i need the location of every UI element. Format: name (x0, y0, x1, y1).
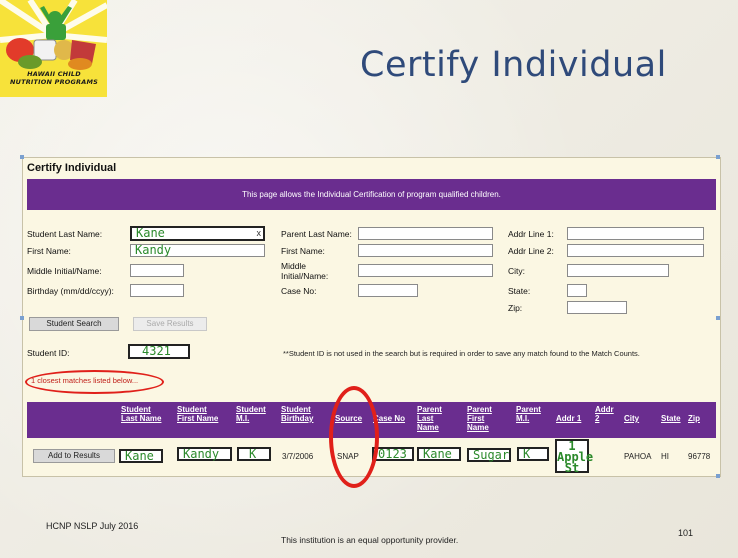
col-city[interactable]: City (624, 414, 639, 423)
student-last-name-label: Student Last Name: (27, 229, 103, 239)
matches-count-text: 1 closest matches listed below... (31, 376, 139, 385)
parent-first-name-label: First Name: (281, 246, 325, 256)
parent-first-name-input[interactable] (358, 244, 493, 257)
col-student-birthday[interactable]: Student Birthday (281, 405, 313, 423)
footer-program-date: HCNP NSLP July 2016 (46, 521, 139, 531)
resize-handle-mid-right (716, 316, 720, 320)
certify-individual-panel: Certify Individual This page allows the … (22, 157, 721, 488)
student-id-input[interactable]: 4321 (128, 344, 190, 359)
page-number: 101 (678, 528, 694, 538)
logo-text-line-2: NUTRITION PROGRAMS (9, 78, 99, 86)
info-banner: This page allows the Individual Certific… (27, 179, 716, 210)
row-zip: 96778 (688, 452, 711, 461)
parent-middle-label-line-1: Middle (281, 261, 307, 271)
zip-label: Zip: (508, 303, 523, 313)
col-parent-last-name[interactable]: Parent Last Name (417, 405, 442, 432)
case-no-label: Case No: (281, 286, 317, 296)
parent-last-name-input[interactable] (358, 227, 493, 240)
resize-handle-mid-left (20, 316, 24, 320)
student-middle-input[interactable] (130, 264, 184, 277)
col-addr-1[interactable]: Addr 1 (556, 414, 581, 423)
source-highlight-ellipse (329, 386, 379, 488)
parent-middle-label-line-2: Initial/Name: (281, 271, 329, 281)
resize-handle-bottom-right (716, 474, 720, 478)
student-middle-label: Middle Initial/Name: (27, 266, 102, 276)
addr-line-1-input[interactable] (567, 227, 704, 240)
resize-handle-top-right (716, 155, 720, 159)
parent-middle-input[interactable] (358, 264, 493, 277)
panel-title: Certify Individual (27, 162, 117, 174)
addr-line-2-label: Addr Line 2: (508, 246, 554, 256)
col-parent-mi[interactable]: Parent M.I. (516, 405, 541, 423)
col-parent-first-name[interactable]: Parent First Name (467, 405, 492, 432)
col-student-last-name[interactable]: Student Last Name (121, 405, 161, 423)
addr-line-2-input[interactable] (567, 244, 704, 257)
state-label: State: (508, 286, 531, 296)
logo-caption: HAWAII CHILD NUTRITION PROGRAMS (2, 70, 106, 86)
col-student-first-name[interactable]: Student First Name (177, 405, 218, 423)
slide-title: Certify Individual (360, 45, 667, 85)
student-id-note: **Student ID is not used in the search b… (283, 349, 640, 358)
student-last-name-input[interactable]: Kane x (130, 226, 265, 241)
row-parent-first-name: Sugar (467, 448, 511, 462)
case-no-input[interactable] (358, 284, 418, 297)
student-search-button[interactable]: Student Search (29, 317, 119, 331)
city-label: City: (508, 266, 525, 276)
student-last-name-value: Kane (136, 226, 165, 240)
parent-last-name-label: Parent Last Name: (281, 229, 352, 239)
row-birthday: 3/7/2006 (282, 452, 314, 461)
row-last-name: Kane (119, 449, 163, 463)
state-input[interactable] (567, 284, 587, 297)
city-input[interactable] (567, 264, 669, 277)
add-to-results-button[interactable]: Add to Results (33, 449, 115, 463)
resize-handle-top-left (20, 155, 24, 159)
hcnp-logo: HAWAII CHILD NUTRITION PROGRAMS (0, 0, 107, 97)
birthday-label: Birthday (mm/dd/ccyy): (27, 286, 114, 296)
birthday-input[interactable] (130, 284, 184, 297)
logo-text-line-1: HAWAII CHILD (27, 70, 81, 78)
student-first-name-input[interactable]: Kandy (130, 244, 265, 257)
student-id-label: Student ID: (27, 348, 70, 358)
row-state: HI (661, 452, 669, 461)
col-state[interactable]: State (661, 414, 681, 423)
clear-last-name-button[interactable]: x (257, 228, 262, 239)
student-first-name-label: First Name: (27, 246, 71, 256)
col-zip[interactable]: Zip (688, 414, 700, 423)
row-first-name: Kandy (177, 447, 232, 461)
col-addr-2[interactable]: Addr 2 (595, 405, 614, 423)
row-parent-mi: K (517, 447, 549, 461)
footer-equal-opportunity: This institution is an equal opportunity… (281, 535, 459, 545)
zip-input[interactable] (567, 301, 627, 314)
row-mi: K (237, 447, 271, 461)
row-city: PAHOA (624, 452, 652, 461)
save-results-button[interactable]: Save Results (133, 317, 207, 331)
row-addr-1: 1 Apple St (555, 439, 594, 475)
row-case-no: 0123 (372, 447, 414, 461)
col-student-mi[interactable]: Student M.I. (236, 405, 266, 423)
row-parent-last-name: Kane (417, 447, 461, 461)
parent-middle-label: Middle Initial/Name: (281, 261, 328, 281)
addr-line-1-label: Addr Line 1: (508, 229, 554, 239)
